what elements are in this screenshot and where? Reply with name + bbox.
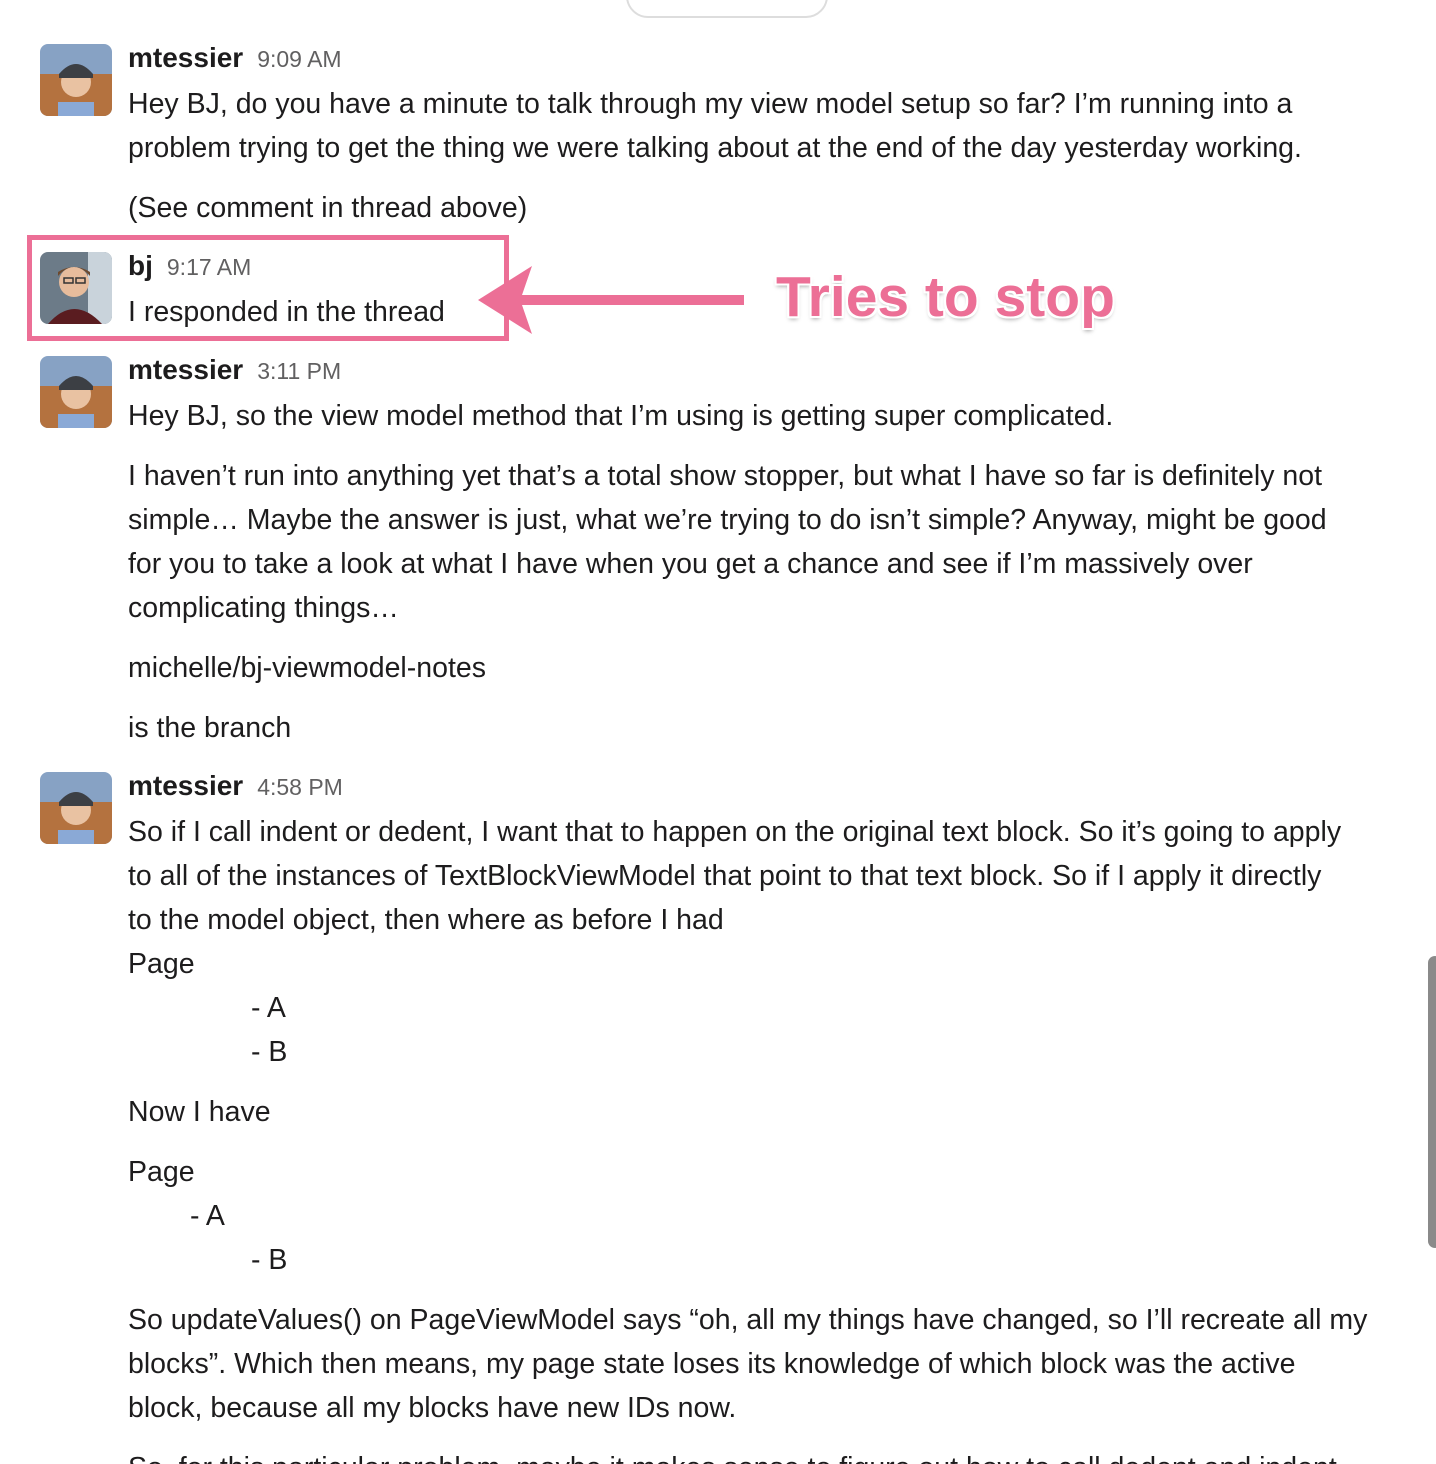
- date-divider-pill[interactable]: [626, 0, 828, 18]
- message-text: complicating things…: [128, 592, 399, 624]
- message-text: Page: [128, 948, 195, 980]
- message-text: to all of the instances of TextBlockView…: [128, 860, 1322, 892]
- message-text: - B: [251, 1244, 288, 1276]
- chat-window: mtessier 9:09 AM Hey BJ, do you have a mi…: [0, 0, 1436, 1464]
- avatar[interactable]: [40, 44, 112, 116]
- message-timestamp[interactable]: 9:09 AM: [257, 46, 341, 72]
- message-text: michelle/bj-viewmodel-notes: [128, 652, 486, 684]
- message-text: Hey BJ, so the view model method that I’…: [128, 400, 1114, 432]
- message-author[interactable]: mtessier: [128, 42, 243, 73]
- message-text: problem trying to get the thing we were …: [128, 132, 1302, 164]
- message-timestamp[interactable]: 4:58 PM: [257, 774, 343, 800]
- scrollbar-thumb[interactable]: [1428, 956, 1436, 1248]
- message-text: is the branch: [128, 712, 292, 744]
- message-text: to the model object, then where as befor…: [128, 904, 724, 936]
- message-text: Hey BJ, do you have a minute to talk thr…: [128, 88, 1293, 120]
- message-text: - A: [251, 992, 286, 1024]
- message-text: block, because all my blocks have new ID…: [128, 1392, 737, 1424]
- message-text: So, for this particular problem, maybe i…: [128, 1446, 1337, 1464]
- message-text: So if I call indent or dedent, I want th…: [128, 816, 1342, 848]
- message-text: (See comment in thread above): [128, 192, 528, 224]
- message-author[interactable]: mtessier: [128, 770, 243, 801]
- message-text: blocks”. Which then means, my page state…: [128, 1348, 1296, 1380]
- annotation-label: Tries to stop: [776, 265, 1115, 329]
- annotation-highlight-box: [27, 235, 509, 341]
- message-text: - B: [251, 1036, 288, 1068]
- message-text: So updateValues() on PageViewModel says …: [128, 1304, 1368, 1336]
- message-timestamp[interactable]: 3:11 PM: [257, 358, 341, 384]
- message-text: I haven’t run into anything yet that’s a…: [128, 460, 1323, 492]
- annotation-arrow-icon: [478, 266, 744, 334]
- message-text: simple… Maybe the answer is just, what w…: [128, 504, 1327, 536]
- message-text: - A: [190, 1200, 225, 1232]
- message-text: Now I have: [128, 1096, 271, 1128]
- message-text: for you to take a look at what I have wh…: [128, 548, 1253, 580]
- message-text: Page: [128, 1156, 195, 1188]
- avatar[interactable]: [40, 772, 112, 844]
- avatar[interactable]: [40, 356, 112, 428]
- message-author[interactable]: mtessier: [128, 354, 243, 385]
